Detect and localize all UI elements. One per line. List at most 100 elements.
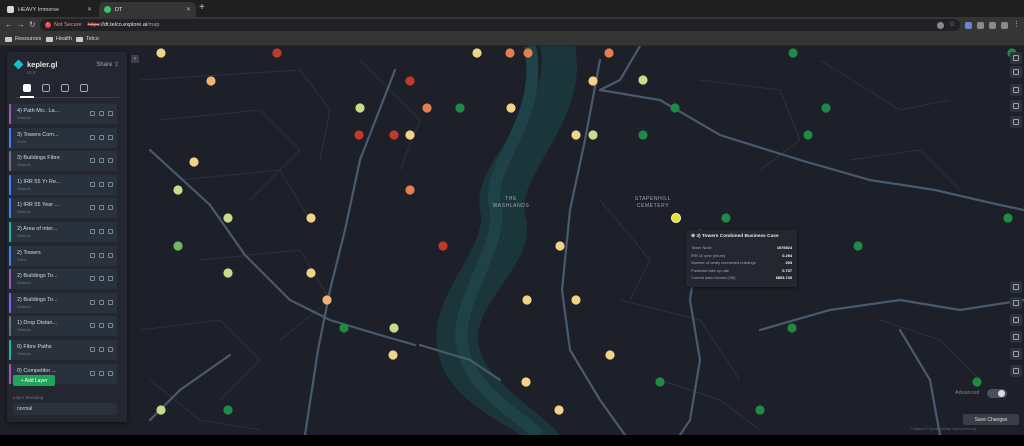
tower-point[interactable] [554, 405, 564, 415]
chevron-down-icon[interactable] [108, 252, 113, 258]
tower-point[interactable] [853, 241, 863, 251]
chevron-down-icon[interactable] [108, 299, 113, 305]
bookmark-health[interactable]: Health [46, 36, 72, 42]
chevron-down-icon[interactable] [108, 323, 113, 329]
tower-point[interactable] [306, 268, 316, 278]
layer-item[interactable]: 3) Buildings Fibre Network [9, 151, 117, 172]
zoom-icon[interactable] [937, 22, 944, 29]
tower-point[interactable] [522, 295, 532, 305]
visibility-icon[interactable] [90, 346, 95, 352]
new-tab-button[interactable]: + [199, 3, 205, 13]
tower-point[interactable] [505, 48, 515, 58]
duplicate-icon[interactable] [99, 228, 104, 234]
tower-point[interactable] [972, 377, 982, 387]
tower-point[interactable] [156, 48, 166, 58]
tower-point[interactable] [1003, 213, 1013, 223]
tower-point[interactable] [223, 405, 233, 415]
tower-point[interactable] [821, 103, 831, 113]
save-changes-button[interactable]: Save Changes [963, 414, 1019, 425]
layer-blending-select[interactable]: normal [13, 403, 117, 415]
chevron-down-icon[interactable] [108, 370, 113, 376]
layer-item[interactable]: 1) Drop Distan... Network [9, 316, 117, 337]
layer-item[interactable]: 1) IRR 55 Yr Re... Network [9, 174, 117, 195]
chevron-down-icon[interactable] [108, 228, 113, 234]
chevron-down-icon[interactable] [108, 134, 113, 140]
tower-point[interactable] [173, 241, 183, 251]
delete-button[interactable] [1010, 84, 1022, 96]
tower-point[interactable] [422, 103, 432, 113]
tool-button[interactable] [1010, 331, 1022, 343]
chevron-down-icon[interactable] [108, 276, 113, 282]
tower-point[interactable] [555, 241, 565, 251]
visibility-icon[interactable] [90, 276, 95, 282]
duplicate-icon[interactable] [99, 252, 104, 258]
tab-dt[interactable]: DT ✕ [99, 2, 196, 17]
tower-point[interactable] [523, 48, 533, 58]
duplicate-icon[interactable] [99, 158, 104, 164]
share-button[interactable]: Share ⇪ [96, 61, 119, 68]
extension-icon[interactable] [965, 22, 972, 29]
split-map-button[interactable] [1010, 66, 1022, 78]
duplicate-icon[interactable] [99, 299, 104, 305]
forward-arrow-icon[interactable]: → [17, 20, 25, 29]
tower-point[interactable] [405, 76, 415, 86]
layer-item[interactable]: 2) Buildings To... Network [9, 292, 117, 313]
layer-item[interactable]: 2) Towers Point [9, 245, 117, 266]
map-svg[interactable] [0, 46, 1024, 435]
duplicate-icon[interactable] [99, 323, 104, 329]
address-bar[interactable]: ! Not Secure https ://dt.telco.explore.a… [40, 19, 960, 31]
map-layers-button[interactable] [1010, 52, 1022, 64]
toggle-3d-button[interactable] [1010, 100, 1022, 112]
tower-point[interactable] [788, 48, 798, 58]
tower-point[interactable] [206, 76, 216, 86]
puzzle-icon[interactable] [989, 22, 996, 29]
chevron-down-icon[interactable] [108, 181, 113, 187]
tab-heavy-immerse[interactable]: HEAVY Immerse ✕ [2, 2, 97, 17]
duplicate-icon[interactable] [99, 111, 104, 116]
tower-point[interactable] [588, 76, 598, 86]
tower-point[interactable] [173, 185, 183, 195]
tower-point[interactable] [223, 268, 233, 278]
reload-icon[interactable]: ↻ [29, 20, 36, 29]
tool-button[interactable] [1010, 365, 1022, 377]
tower-point[interactable] [189, 157, 199, 167]
tower-point[interactable] [638, 75, 648, 85]
duplicate-icon[interactable] [99, 134, 104, 140]
tower-point[interactable] [455, 103, 465, 113]
visibility-icon[interactable] [90, 111, 95, 116]
tool-button[interactable] [1010, 281, 1022, 293]
tower-point[interactable] [787, 323, 797, 333]
tower-point[interactable] [272, 48, 282, 58]
visibility-icon[interactable] [90, 299, 95, 305]
visibility-icon[interactable] [90, 370, 95, 376]
bookmark-resources[interactable]: Resources [5, 36, 41, 42]
chevron-down-icon[interactable] [108, 346, 113, 352]
tower-point[interactable] [506, 103, 516, 113]
tab-layers-icon[interactable] [23, 84, 31, 92]
tower-point[interactable] [438, 241, 448, 251]
tower-point[interactable] [156, 405, 166, 415]
chevron-down-icon[interactable] [108, 158, 113, 164]
tower-point[interactable] [604, 48, 614, 58]
tower-point[interactable] [588, 130, 598, 140]
tower-point[interactable] [472, 48, 482, 58]
tower-point[interactable] [405, 130, 415, 140]
tower-point[interactable] [355, 103, 365, 113]
tower-point[interactable] [605, 350, 615, 360]
duplicate-icon[interactable] [99, 346, 104, 352]
chevron-down-icon[interactable] [108, 111, 113, 116]
tower-point[interactable] [389, 130, 399, 140]
visibility-icon[interactable] [90, 158, 95, 164]
tool-button[interactable] [1010, 297, 1022, 309]
visibility-icon[interactable] [90, 228, 95, 234]
tab-filters-icon[interactable] [42, 84, 50, 92]
tower-point[interactable] [755, 405, 765, 415]
star-icon[interactable]: ☆ [949, 20, 956, 28]
back-arrow-icon[interactable]: ← [5, 20, 13, 29]
chevron-down-icon[interactable] [108, 205, 113, 211]
sidebar-icon[interactable] [1001, 22, 1008, 29]
tower-point[interactable] [638, 130, 648, 140]
visibility-icon[interactable] [90, 252, 95, 258]
layer-item[interactable]: 3) Towers Com... Point [9, 127, 117, 148]
tower-point[interactable] [354, 130, 364, 140]
